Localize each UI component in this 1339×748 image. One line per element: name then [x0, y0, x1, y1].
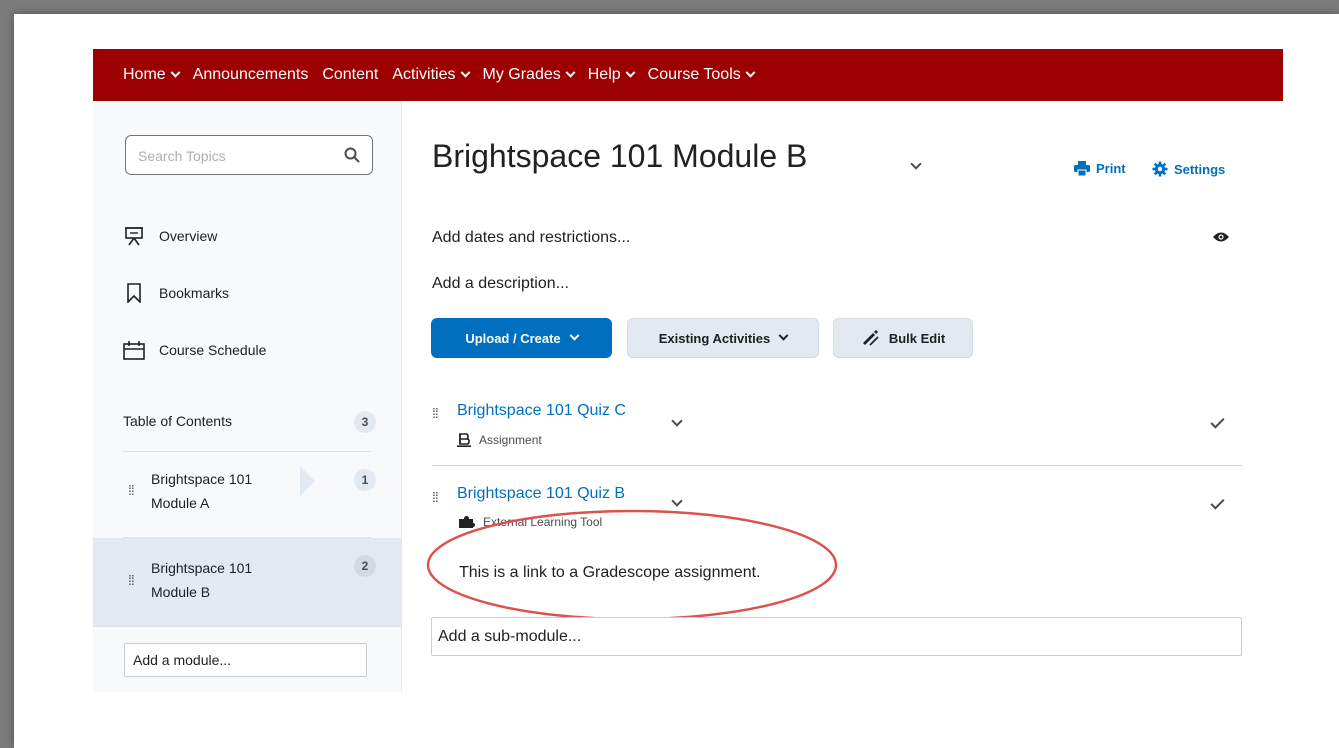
search-icon[interactable]: [344, 147, 360, 163]
nav-activities[interactable]: Activities: [392, 66, 470, 84]
bulk-edit-button[interactable]: Bulk Edit: [833, 318, 973, 358]
content-item-type: Assignment: [457, 433, 542, 447]
chevron-down-icon: [569, 330, 580, 341]
toc-count-badge: 3: [354, 411, 376, 433]
bookmark-icon: [123, 282, 145, 304]
content-item-title[interactable]: Brightspace 101 Quiz B: [457, 485, 625, 503]
module-title-line2: Module B: [151, 584, 211, 600]
nav-announcements[interactable]: Announcements: [193, 66, 309, 84]
page-title[interactable]: Brightspace 101 Module B: [432, 138, 807, 175]
divider: [93, 626, 402, 627]
chevron-down-icon: [625, 67, 636, 78]
visibility-eye-icon[interactable]: [1213, 231, 1229, 243]
chevron-down-icon: [745, 67, 756, 78]
content-sidebar: Overview Bookmarks Course Schedule Table…: [93, 101, 402, 692]
chevron-down-icon: [565, 67, 576, 78]
drag-handle-icon[interactable]: ⁞⁞: [128, 573, 135, 587]
button-label: Upload / Create: [465, 330, 561, 346]
gear-icon: [1152, 161, 1168, 177]
add-dates-link[interactable]: Add dates and restrictions...: [432, 229, 630, 247]
sidebar-item-course-schedule[interactable]: Course Schedule: [123, 339, 266, 361]
divider: [123, 451, 371, 452]
search-box: [125, 135, 373, 175]
nav-home[interactable]: Home: [123, 66, 181, 84]
print-label: Print: [1096, 161, 1126, 176]
drag-handle-icon[interactable]: ⁞⁞: [432, 406, 439, 420]
content-item-type-label: Assignment: [479, 433, 542, 447]
drag-handle-icon[interactable]: ⁞⁞: [432, 490, 439, 504]
nav-content[interactable]: Content: [322, 66, 378, 84]
sidebar-item-label: Overview: [159, 228, 218, 244]
settings-label: Settings: [1174, 161, 1226, 177]
highlight-annotation: [426, 509, 838, 621]
nav-help[interactable]: Help: [588, 66, 636, 84]
module-a-count-badge: 1: [354, 469, 376, 491]
sidebar-item-bookmarks[interactable]: Bookmarks: [123, 282, 229, 304]
sidebar-item-label: Bookmarks: [159, 285, 230, 301]
drag-handle-icon[interactable]: ⁞⁞: [128, 483, 135, 497]
pencil-icon: [862, 330, 879, 346]
sidebar-item-module-b-label: Brightspace 101 Module B: [151, 556, 301, 604]
button-label: Bulk Edit: [888, 330, 946, 346]
presentation-icon: [123, 225, 145, 247]
divider: [432, 465, 1242, 466]
existing-activities-button[interactable]: Existing Activities: [627, 318, 819, 358]
course-navbar: Home Announcements Content Activities My…: [93, 49, 1283, 101]
calendar-icon: [123, 339, 145, 361]
button-label: Existing Activities: [658, 330, 771, 346]
module-title-line1: Brightspace 101: [151, 560, 253, 576]
sidebar-item-overview[interactable]: Overview: [123, 225, 217, 247]
toc-label[interactable]: Table of Contents: [123, 413, 232, 429]
selected-indicator: [300, 466, 315, 496]
module-title-line2: Module A: [151, 495, 210, 511]
sidebar-item-module-a[interactable]: Brightspace 101 Module A: [151, 467, 301, 515]
chevron-down-icon: [460, 67, 470, 78]
module-b-count-badge: 2: [354, 555, 376, 577]
printer-icon: [1074, 161, 1090, 176]
chevron-down-icon: [778, 330, 789, 341]
chevron-down-icon: [170, 67, 181, 78]
module-title-line1: Brightspace 101: [151, 471, 253, 487]
nav-my-grades[interactable]: My Grades: [483, 66, 576, 84]
add-module-input[interactable]: Add a module...: [124, 643, 367, 677]
search-input[interactable]: [138, 146, 328, 166]
sidebar-item-label: Course Schedule: [159, 342, 267, 358]
nav-course-tools[interactable]: Course Tools: [648, 66, 756, 84]
assignment-icon: [457, 433, 471, 447]
add-description-link[interactable]: Add a description...: [432, 275, 569, 293]
settings-button[interactable]: Settings: [1152, 161, 1225, 177]
print-button[interactable]: Print: [1074, 161, 1126, 176]
content-item-title[interactable]: Brightspace 101 Quiz C: [457, 402, 626, 420]
add-submodule-input[interactable]: Add a sub-module...: [431, 617, 1242, 656]
upload-create-button[interactable]: Upload / Create: [431, 318, 612, 358]
